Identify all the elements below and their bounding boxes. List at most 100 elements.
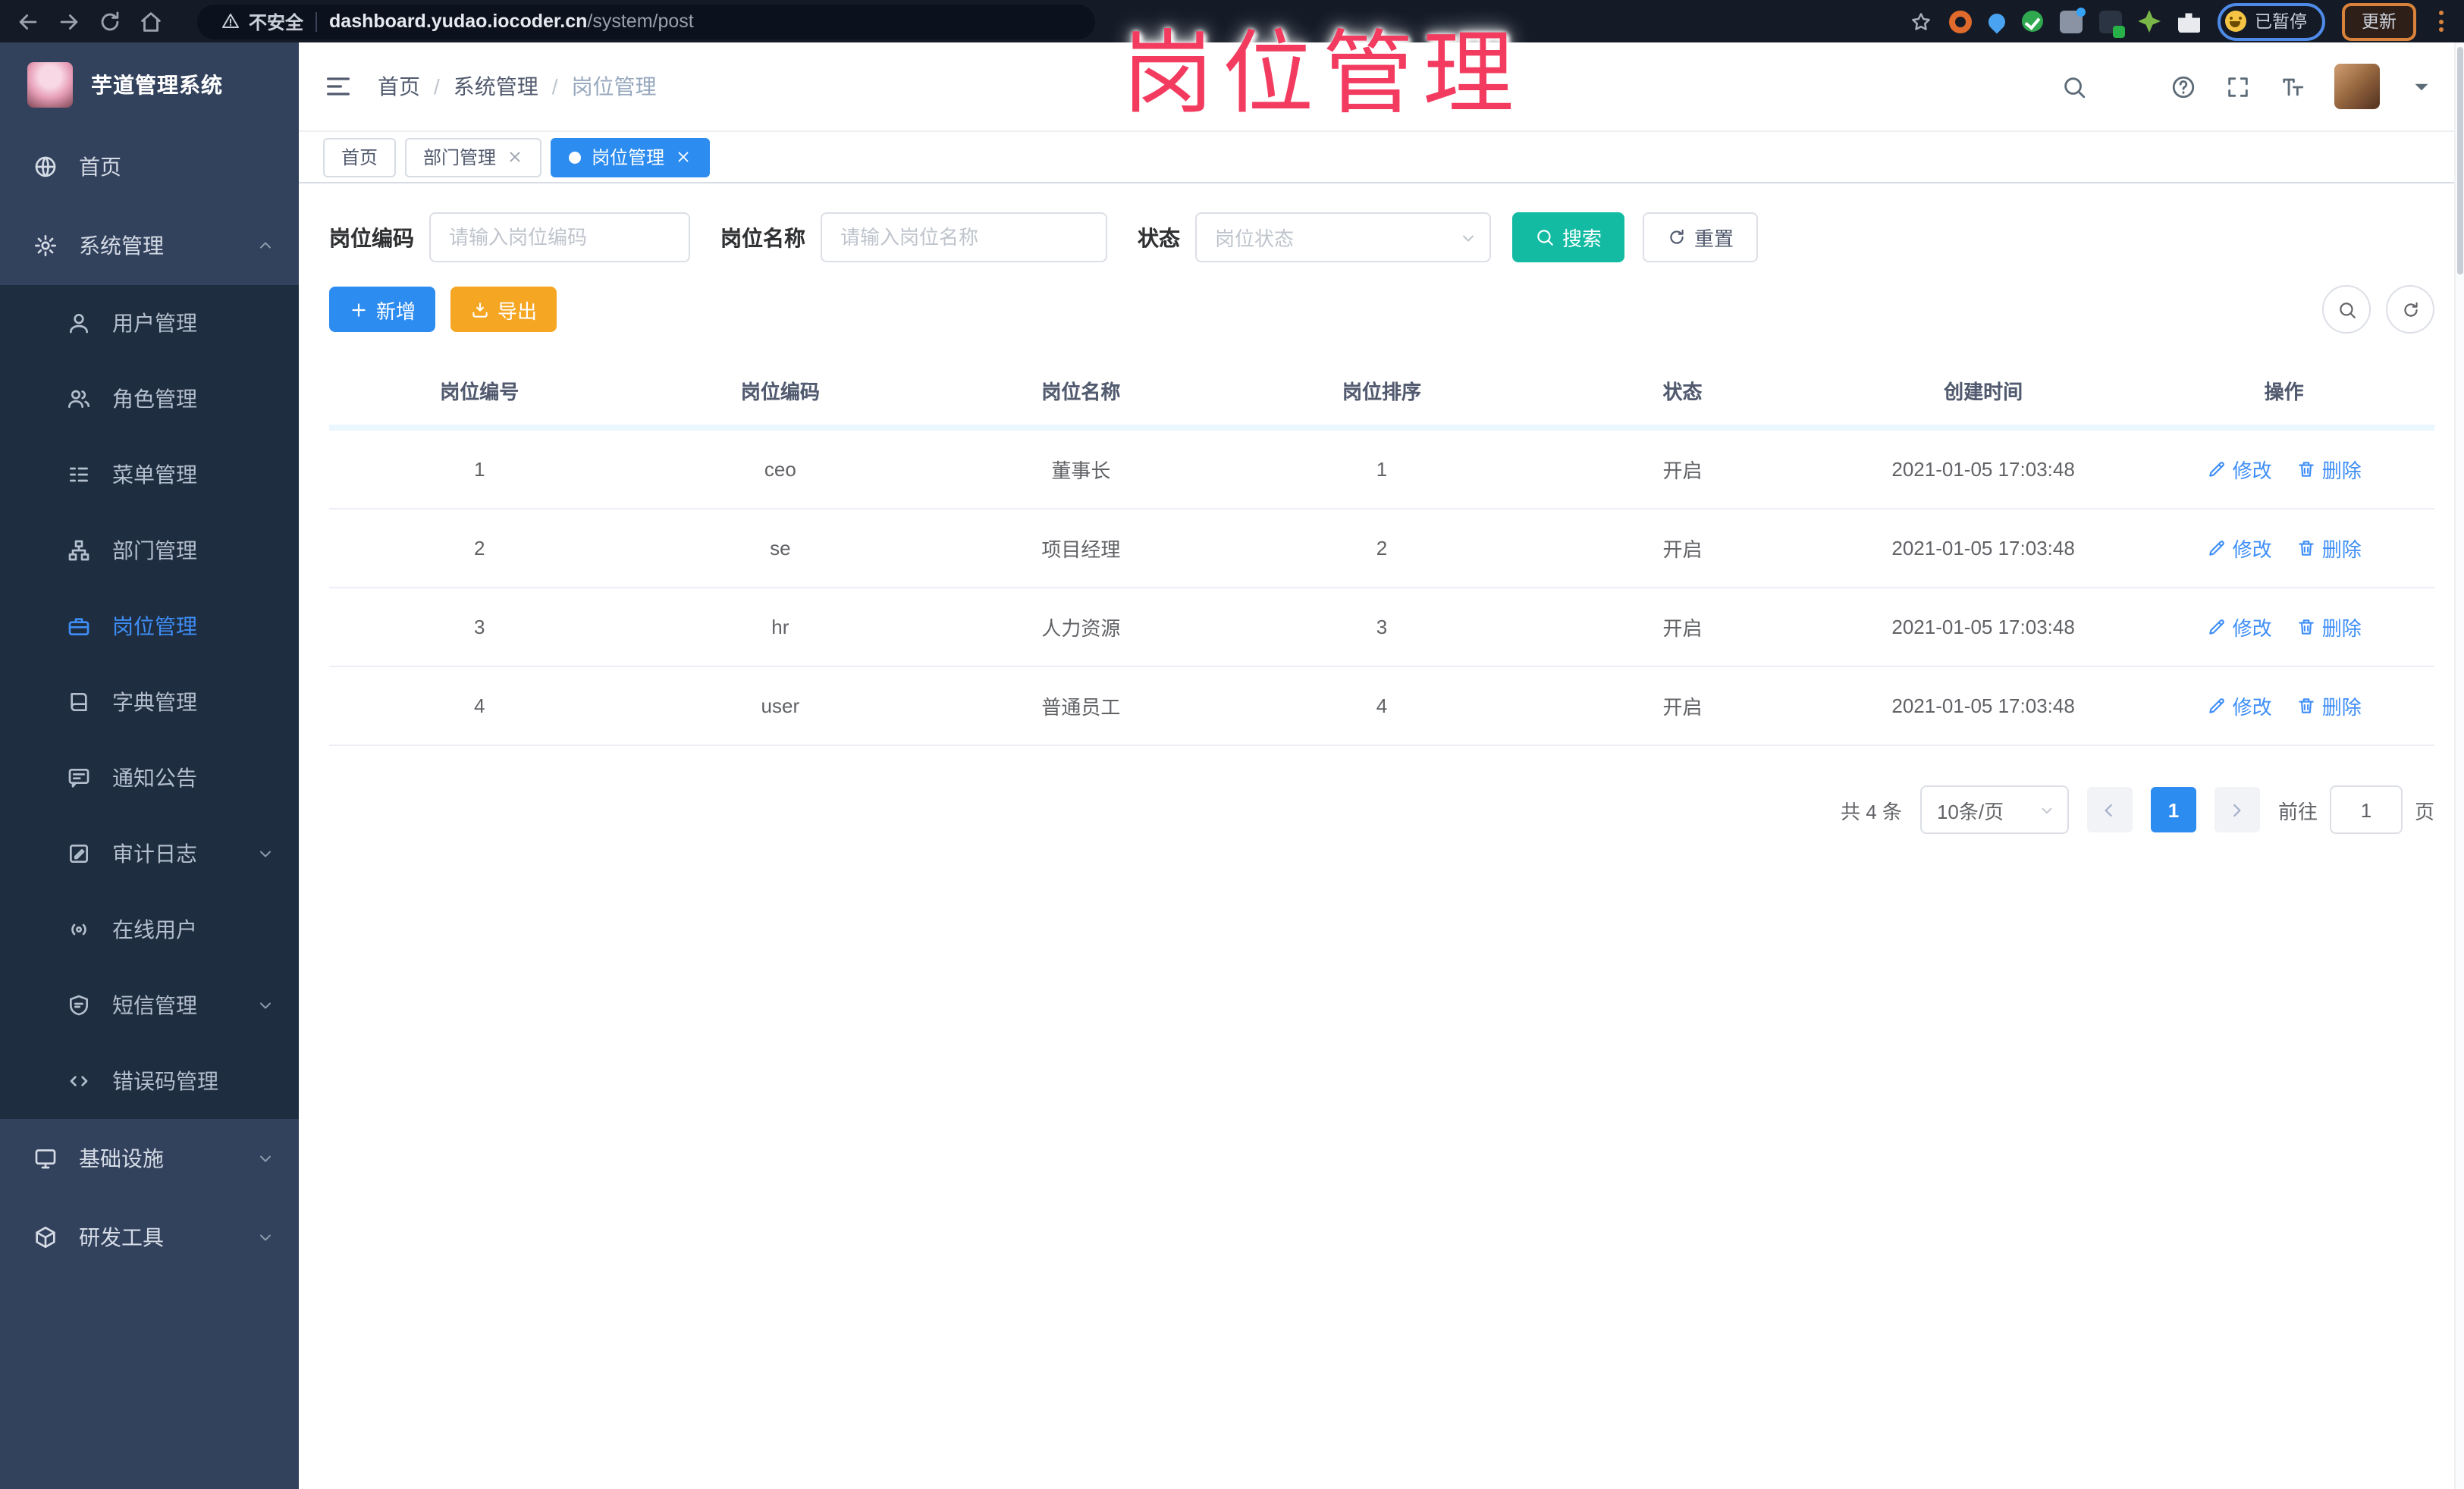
browser-menu-icon[interactable] xyxy=(2433,8,2450,35)
close-icon[interactable] xyxy=(675,149,692,165)
sidebar-item-errcode[interactable]: 错误码管理 xyxy=(0,1043,299,1119)
status-label: 状态 xyxy=(1138,225,1180,249)
delete-link[interactable]: 删除 xyxy=(2296,455,2362,484)
sidebar-item-role[interactable]: 角色管理 xyxy=(0,361,299,437)
cell-actions: 修改 删除 xyxy=(2133,509,2434,588)
paused-extension-pill[interactable]: 已暂停 xyxy=(2217,2,2325,40)
breadcrumb-home[interactable]: 首页 xyxy=(378,71,420,102)
pagination: 共 4 条 10条/页 1 前往 页 xyxy=(329,785,2434,834)
chevron-up-icon xyxy=(256,237,275,255)
url-text: dashboard.yudao.iocoder.cn/system/post xyxy=(329,11,694,32)
cell-code: hr xyxy=(629,588,931,667)
search-icon xyxy=(2337,299,2356,319)
post-code-input[interactable] xyxy=(429,212,690,262)
app-logo-row[interactable]: 芋道管理系统 xyxy=(0,42,299,127)
breadcrumb-separator: / xyxy=(434,74,440,99)
export-button[interactable]: 导出 xyxy=(450,287,557,332)
close-icon[interactable] xyxy=(507,149,523,165)
puzzle-extensions-icon[interactable] xyxy=(2177,13,2200,33)
search-button[interactable]: 搜索 xyxy=(1512,212,1625,262)
sidebar-item-devtools[interactable]: 研发工具 xyxy=(0,1198,299,1277)
table-row: 3 hr 人力资源 3 开启 2021-01-05 17:03:48 修改 删除 xyxy=(329,588,2434,667)
green-star-extension-icon[interactable] xyxy=(2138,10,2161,33)
tab-home[interactable]: 首页 xyxy=(323,137,397,177)
status-select[interactable]: 岗位状态 xyxy=(1195,212,1491,262)
breadcrumb-system[interactable]: 系统管理 xyxy=(454,71,538,102)
sidebar-item-system[interactable]: 系统管理 xyxy=(0,206,299,285)
sidebar-item-audit[interactable]: 审计日志 xyxy=(0,816,299,892)
help-icon[interactable] xyxy=(2171,74,2196,99)
sidebar-item-notice[interactable]: 通知公告 xyxy=(0,740,299,816)
cell-sort: 1 xyxy=(1231,431,1533,509)
tab-post[interactable]: 岗位管理 xyxy=(551,137,711,177)
sidebar-item-menu[interactable]: 菜单管理 xyxy=(0,437,299,513)
add-button[interactable]: 新增 xyxy=(329,287,436,332)
address-bar[interactable]: 不安全 dashboard.yudao.iocoder.cn/system/po… xyxy=(197,4,1095,39)
collapse-sidebar-icon[interactable] xyxy=(323,71,353,102)
edit-link[interactable]: 修改 xyxy=(2207,534,2272,563)
bookmark-star-icon[interactable] xyxy=(1909,10,1932,33)
url-divider xyxy=(315,11,318,31)
cell-created: 2021-01-05 17:03:48 xyxy=(1832,666,2134,746)
post-table: 岗位编号 岗位编码 岗位名称 岗位排序 状态 创建时间 操作 1 ceo 董事长 1 开启 2021-… xyxy=(329,355,2434,746)
grid-extension-icon[interactable] xyxy=(2059,7,2085,33)
cell-code: ceo xyxy=(629,431,931,509)
green-check-extension-icon[interactable] xyxy=(2021,11,2042,32)
url-path: /system/post xyxy=(587,11,694,32)
refresh-table-button[interactable] xyxy=(2386,285,2434,334)
caret-down-icon[interactable] xyxy=(2409,74,2434,99)
refresh-icon xyxy=(2400,299,2420,319)
monitor-icon xyxy=(33,1146,58,1171)
column-header: 创建时间 xyxy=(1944,380,2023,403)
prev-page-button[interactable] xyxy=(2086,787,2133,832)
page-scrollbar[interactable] xyxy=(2454,42,2464,1489)
sidebar-item-user[interactable]: 用户管理 xyxy=(0,285,299,361)
post-name-input[interactable] xyxy=(821,212,1107,262)
pencil-icon xyxy=(2207,696,2227,716)
edit-link[interactable]: 修改 xyxy=(2207,613,2272,641)
home-icon[interactable] xyxy=(138,8,164,34)
column-header: 岗位名称 xyxy=(1041,380,1121,403)
sidebar-item-dict[interactable]: 字典管理 xyxy=(0,664,299,740)
page-size-select[interactable]: 10条/页 xyxy=(1919,785,2069,834)
sidebar-item-online[interactable]: 在线用户 xyxy=(0,892,299,967)
reload-icon[interactable] xyxy=(97,8,123,34)
sidebar-item-sms[interactable]: 短信管理 xyxy=(0,967,299,1043)
paused-label: 已暂停 xyxy=(2255,14,2307,32)
delete-link[interactable]: 删除 xyxy=(2296,534,2362,563)
next-page-button[interactable] xyxy=(2214,787,2260,832)
sidebar-item-dept[interactable]: 部门管理 xyxy=(0,513,299,588)
update-button[interactable]: 更新 xyxy=(2342,2,2416,40)
back-icon[interactable] xyxy=(15,8,41,34)
reset-button[interactable]: 重置 xyxy=(1643,212,1759,262)
chrome-right-cluster: 已暂停 更新 xyxy=(1909,2,2450,40)
pencil-icon xyxy=(2207,538,2227,558)
sidebar-item-infra[interactable]: 基础设施 xyxy=(0,1119,299,1198)
github-icon[interactable] xyxy=(2116,74,2142,99)
toggle-search-button[interactable] xyxy=(2322,285,2371,334)
delete-link[interactable]: 删除 xyxy=(2296,613,2362,641)
forward-icon[interactable] xyxy=(56,8,82,34)
current-page-button[interactable]: 1 xyxy=(2150,787,2196,832)
security-status: 不安全 xyxy=(221,8,303,34)
sidebar-item-post[interactable]: 岗位管理 xyxy=(0,588,299,664)
orange-ring-extension-icon[interactable] xyxy=(1948,10,1971,33)
tab-dept[interactable]: 部门管理 xyxy=(405,137,542,177)
header-strip xyxy=(329,425,2434,431)
edit-link[interactable]: 修改 xyxy=(2207,691,2272,720)
dashboard-icon xyxy=(33,155,58,179)
sidebar-item-label: 短信管理 xyxy=(112,993,197,1017)
page-unit-label: 页 xyxy=(2414,800,2434,823)
fullscreen-icon[interactable] xyxy=(2225,74,2251,99)
sidebar-item-label: 部门管理 xyxy=(112,538,197,563)
location-pin-extension-icon[interactable] xyxy=(1984,9,2008,33)
user-avatar[interactable] xyxy=(2334,64,2380,109)
search-icon[interactable] xyxy=(2061,74,2087,99)
scrollbar-thumb[interactable] xyxy=(2457,47,2463,274)
goto-page-input[interactable] xyxy=(2329,785,2403,834)
font-size-icon[interactable] xyxy=(2280,74,2305,99)
screen-badge-extension-icon[interactable] xyxy=(2098,10,2124,37)
sidebar-item-home[interactable]: 首页 xyxy=(0,127,299,206)
edit-link[interactable]: 修改 xyxy=(2207,455,2272,484)
delete-link[interactable]: 删除 xyxy=(2296,691,2362,720)
